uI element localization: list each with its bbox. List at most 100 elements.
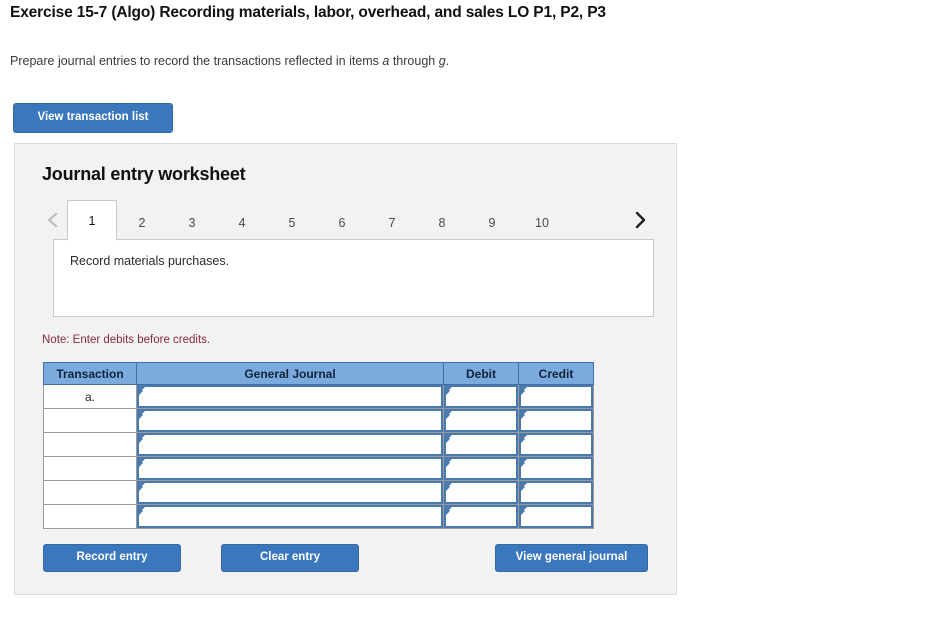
transaction-description-box: Record materials purchases. [53, 239, 654, 317]
journal-entry-worksheet-panel: Journal entry worksheet 1 2 3 4 5 6 7 8 … [14, 143, 677, 595]
chevron-right-icon[interactable] [626, 199, 654, 240]
cell-corner-marker-icon [446, 483, 452, 491]
cell-debit[interactable] [443, 384, 519, 409]
page-title: Exercise 15-7 (Algo) Recording materials… [10, 4, 606, 21]
worksheet-tab-6[interactable]: 6 [317, 205, 367, 240]
general-journal-input[interactable] [137, 409, 443, 432]
debit-input[interactable] [444, 457, 518, 480]
cell-corner-marker-icon [139, 459, 145, 467]
cell-debit[interactable] [443, 432, 519, 457]
journal-entry-table: Transaction General Journal Debit Credit… [43, 362, 594, 529]
instructions-part-2: through [389, 54, 439, 68]
column-header-transaction: Transaction [43, 362, 137, 385]
general-journal-input[interactable] [137, 433, 443, 456]
cell-credit[interactable] [518, 456, 594, 481]
exercise-page: Exercise 15-7 (Algo) Recording materials… [0, 0, 946, 637]
worksheet-tab-label: 6 [338, 215, 346, 230]
debit-input[interactable] [444, 385, 518, 408]
worksheet-tab-9[interactable]: 9 [467, 205, 517, 240]
view-transaction-list-button[interactable]: View transaction list [13, 103, 173, 133]
worksheet-tab-7[interactable]: 7 [367, 205, 417, 240]
cell-debit[interactable] [443, 504, 519, 529]
credit-input[interactable] [519, 409, 593, 432]
general-journal-input[interactable] [137, 457, 443, 480]
worksheet-tab-8[interactable]: 8 [417, 205, 467, 240]
cell-general-journal[interactable] [136, 456, 444, 481]
cell-corner-marker-icon [446, 411, 452, 419]
cell-credit[interactable] [518, 384, 594, 409]
cell-transaction-label [43, 504, 137, 529]
clear-entry-button[interactable]: Clear entry [221, 544, 359, 572]
cell-corner-marker-icon [446, 435, 452, 443]
cell-credit[interactable] [518, 480, 594, 505]
cell-credit[interactable] [518, 408, 594, 433]
credit-input[interactable] [519, 433, 593, 456]
worksheet-tab-1[interactable]: 1 [67, 200, 117, 241]
cell-corner-marker-icon [139, 483, 145, 491]
worksheet-tabs: 1 2 3 4 5 6 7 8 9 10 [67, 199, 626, 241]
cell-corner-marker-icon [139, 435, 145, 443]
cell-credit[interactable] [518, 432, 594, 457]
credit-input[interactable] [519, 505, 593, 528]
general-journal-input[interactable] [137, 505, 443, 528]
cell-general-journal[interactable] [136, 480, 444, 505]
worksheet-tab-label: 2 [138, 215, 146, 230]
record-entry-button[interactable]: Record entry [43, 544, 181, 572]
column-header-debit: Debit [443, 362, 519, 385]
worksheet-tab-4[interactable]: 4 [217, 205, 267, 240]
cell-corner-marker-icon [139, 507, 145, 515]
cell-general-journal[interactable] [136, 408, 444, 433]
cell-general-journal[interactable] [136, 504, 444, 529]
cell-corner-marker-icon [521, 483, 527, 491]
journal-table-body: a. [43, 384, 594, 529]
debit-input[interactable] [444, 481, 518, 504]
cell-debit[interactable] [443, 408, 519, 433]
cell-corner-marker-icon [521, 411, 527, 419]
general-journal-input[interactable] [137, 385, 443, 408]
cell-transaction-label [43, 480, 137, 505]
instructions-part-1: Prepare journal entries to record the tr… [10, 54, 383, 68]
chevron-left-icon[interactable] [39, 199, 67, 240]
debit-input[interactable] [444, 433, 518, 456]
general-journal-input[interactable] [137, 481, 443, 504]
worksheet-tab-3[interactable]: 3 [167, 205, 217, 240]
credit-input[interactable] [519, 385, 593, 408]
credit-input[interactable] [519, 481, 593, 504]
cell-corner-marker-icon [446, 507, 452, 515]
worksheet-tab-2[interactable]: 2 [117, 205, 167, 240]
cell-corner-marker-icon [446, 459, 452, 467]
cell-general-journal[interactable] [136, 432, 444, 457]
table-row [43, 432, 594, 457]
transaction-description-text: Record materials purchases. [70, 254, 230, 268]
cell-corner-marker-icon [139, 387, 145, 395]
cell-credit[interactable] [518, 504, 594, 529]
debit-input[interactable] [444, 409, 518, 432]
table-row [43, 504, 594, 529]
worksheet-tab-5[interactable]: 5 [267, 205, 317, 240]
table-row [43, 408, 594, 433]
cell-corner-marker-icon [139, 411, 145, 419]
instructions-text: Prepare journal entries to record the tr… [10, 54, 449, 68]
worksheet-tab-label: 9 [488, 215, 496, 230]
cell-general-journal[interactable] [136, 384, 444, 409]
worksheet-tab-label: 8 [438, 215, 446, 230]
worksheet-tab-label: 5 [288, 215, 296, 230]
cell-transaction-label [43, 432, 137, 457]
cell-transaction-label [43, 408, 137, 433]
cell-transaction-label: a. [43, 384, 137, 409]
instructions-part-3: . [445, 54, 450, 68]
view-general-journal-button[interactable]: View general journal [495, 544, 648, 572]
worksheet-tab-label: 10 [535, 215, 549, 230]
credit-input[interactable] [519, 457, 593, 480]
worksheet-tab-10[interactable]: 10 [517, 205, 567, 240]
cell-corner-marker-icon [521, 387, 527, 395]
debit-input[interactable] [444, 505, 518, 528]
table-row: a. [43, 384, 594, 409]
worksheet-tab-label: 3 [188, 215, 196, 230]
cell-corner-marker-icon [521, 435, 527, 443]
column-header-credit: Credit [518, 362, 594, 385]
cell-debit[interactable] [443, 480, 519, 505]
column-header-general-journal: General Journal [136, 362, 444, 385]
worksheet-tab-label: 4 [238, 215, 246, 230]
cell-debit[interactable] [443, 456, 519, 481]
